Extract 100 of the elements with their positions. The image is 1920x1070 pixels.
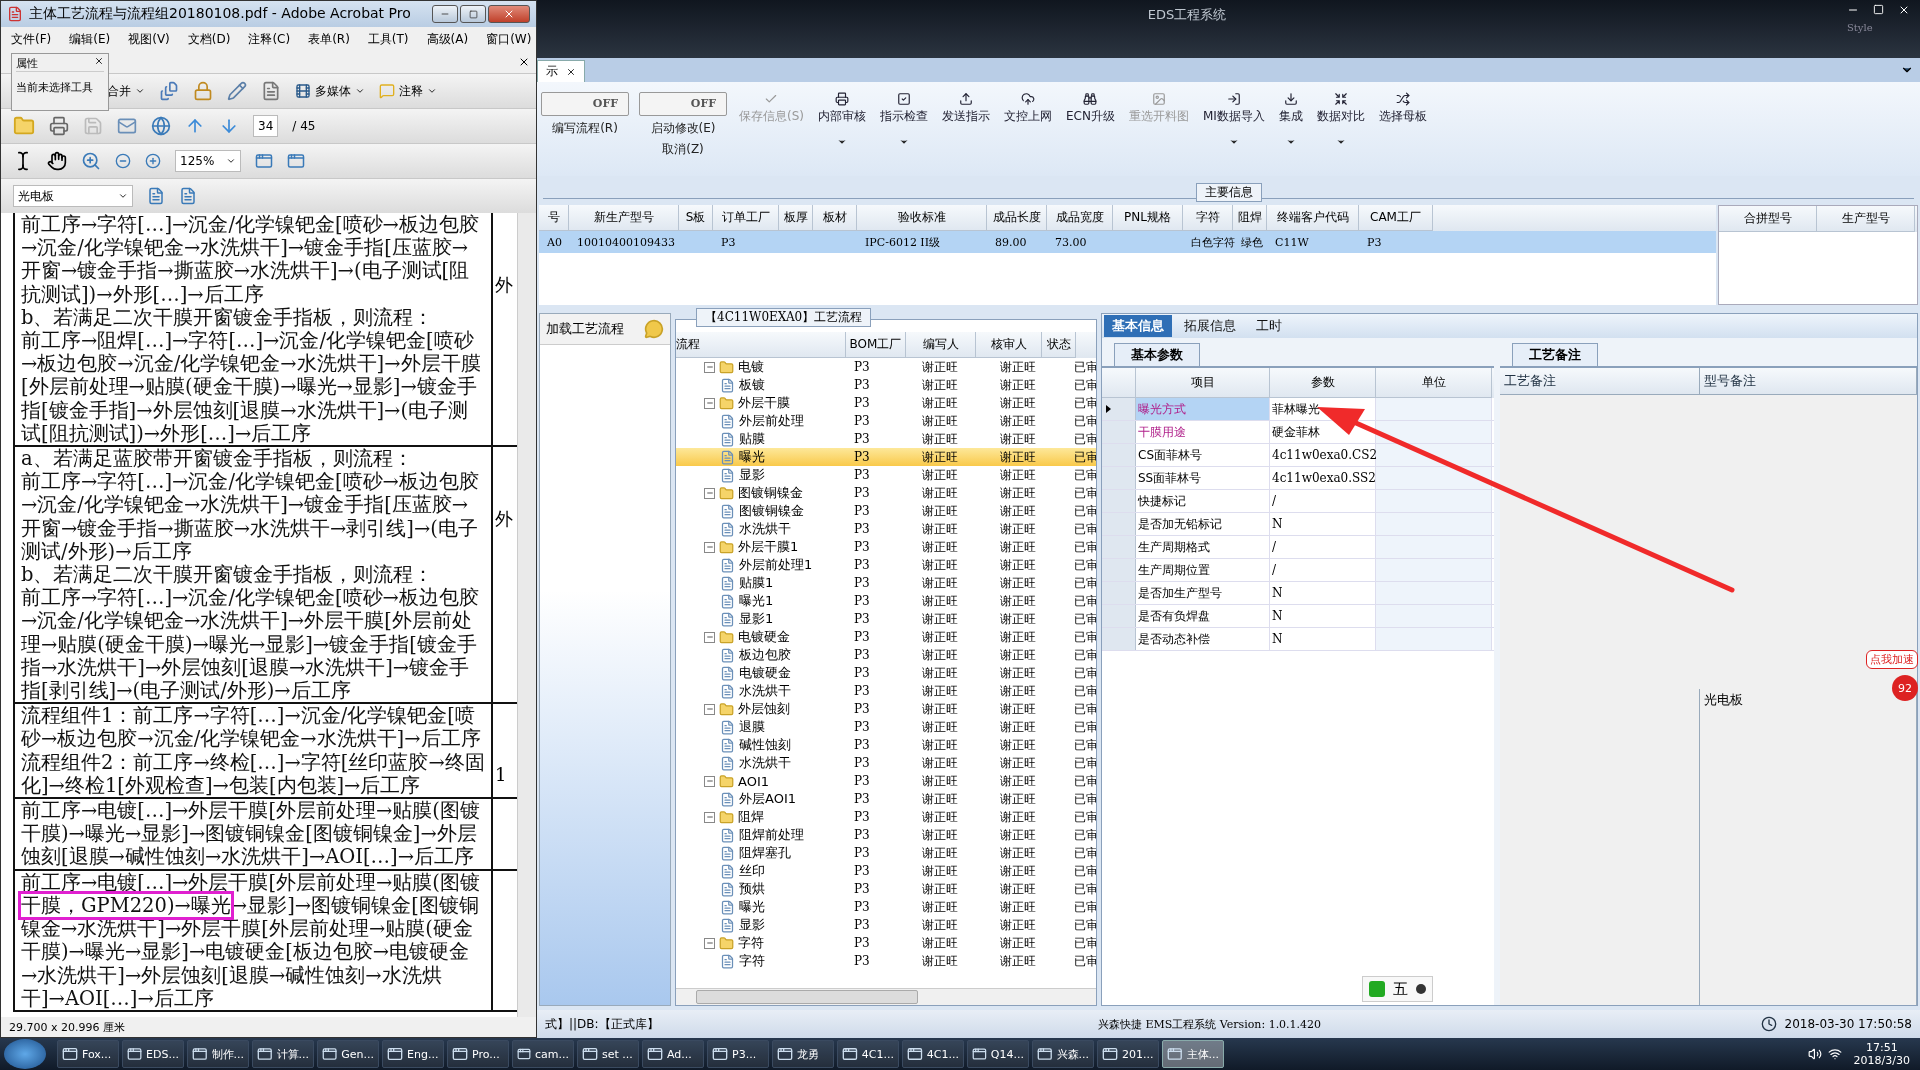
taskbar-button[interactable]: cam... [512, 1040, 574, 1068]
clock-time[interactable]: 17:51 [1865, 1041, 1898, 1054]
row-header[interactable] [1102, 398, 1136, 420]
clock-date[interactable]: 2018/3/30 [1853, 1054, 1910, 1067]
table-row[interactable]: 是否加生产型号 N [1102, 582, 1494, 605]
maximize-button[interactable] [460, 5, 486, 23]
form-icon[interactable] [261, 81, 281, 101]
globe-icon[interactable] [151, 116, 171, 136]
table-row[interactable]: CS面菲林号 4c11w0exa0.CS2 [1102, 444, 1494, 467]
toolbar-button[interactable]: 内部审核 [816, 92, 868, 125]
input-mode-label[interactable]: 五 [1393, 979, 1408, 999]
collapse-toggle[interactable] [704, 397, 715, 409]
caret-icon[interactable] [1228, 137, 1239, 147]
document-tab[interactable]: 示 [537, 60, 585, 82]
toolbar-button[interactable]: MI数据导入 [1200, 92, 1267, 125]
taskbar-button[interactable]: 制作... [187, 1040, 249, 1068]
taskbar-button[interactable]: Ad... [642, 1040, 704, 1068]
column-header[interactable]: 核审人 [976, 332, 1042, 358]
lock-icon[interactable] [193, 81, 213, 101]
caret-icon[interactable] [837, 137, 847, 147]
table-row[interactable]: 生产周期格式 / [1102, 536, 1494, 559]
scrollbar-thumb[interactable] [696, 990, 918, 1004]
network-icon[interactable] [1827, 1047, 1842, 1061]
toolbar-button[interactable]: ECN升级 [1064, 92, 1117, 125]
taskbar-button[interactable]: EDS... [122, 1040, 184, 1068]
toggle-switch[interactable]: OFF [541, 92, 629, 116]
minimize-button[interactable] [432, 5, 458, 23]
taskbar-button[interactable]: 4C1... [837, 1040, 899, 1068]
taskbar-button[interactable]: Gen... [317, 1040, 379, 1068]
taskbar-button[interactable]: 4C1... [902, 1040, 964, 1068]
toggle-switch[interactable]: OFF [639, 92, 727, 116]
multimedia-button[interactable]: 多媒体 [295, 82, 365, 100]
column-header[interactable]: 流程 [676, 332, 846, 358]
table-row[interactable]: 干膜用途 硬金菲林 [1102, 421, 1494, 444]
pen-icon[interactable] [227, 81, 247, 101]
taskbar-button[interactable]: 龙勇 [772, 1040, 834, 1068]
taskbar-button[interactable]: set ... [577, 1040, 639, 1068]
column-header[interactable]: BOM工厂 [846, 332, 906, 358]
close-icon[interactable] [518, 56, 530, 68]
collapse-toggle[interactable] [704, 487, 715, 499]
tab[interactable]: 基本信息 [1104, 315, 1172, 337]
panel-tab[interactable]: 工艺备注 [1512, 343, 1598, 366]
collapse-toggle[interactable] [704, 937, 715, 949]
panel-tab[interactable]: 基本参数 [1114, 343, 1200, 366]
menu-item[interactable]: 注释(C) [248, 30, 291, 48]
taskbar-button[interactable]: Pro... [447, 1040, 509, 1068]
collapse-toggle[interactable] [704, 811, 715, 823]
taskbar-button[interactable]: Eng... [382, 1040, 444, 1068]
menu-item[interactable]: 窗口(W) [486, 30, 532, 48]
caret-icon[interactable] [1285, 137, 1296, 147]
column-header[interactable]: 工艺备注 [1500, 368, 1700, 395]
menu-item[interactable]: 高级(A) [426, 30, 469, 48]
bookmark-field[interactable]: 光电板 [13, 185, 133, 207]
collapse-toggle[interactable] [704, 361, 715, 373]
menu-item[interactable]: 工具(T) [367, 30, 409, 48]
zoom-field[interactable]: 125% [175, 150, 242, 172]
table-row[interactable]: 是否有负焊盘 N [1102, 605, 1494, 628]
toolbar-button[interactable]: 文控上网 [1002, 92, 1054, 125]
maximize-icon[interactable] [1873, 4, 1884, 15]
table-row[interactable]: A0 10010400109433 P3 IPC-6012 II级 89.00 73.00 白色字符 绿色 C11W P3 [539, 231, 1716, 253]
caret-icon[interactable] [1335, 137, 1346, 147]
taskbar-button[interactable]: 201... [1097, 1040, 1159, 1068]
zoom-icon[interactable] [81, 151, 101, 171]
folder-icon[interactable] [13, 115, 35, 137]
page-number-field[interactable]: 34 [253, 115, 279, 137]
tab[interactable]: 拓展信息 [1176, 315, 1244, 337]
column-header[interactable]: 合拼型号 [1719, 206, 1817, 232]
scrollbar[interactable] [676, 988, 1096, 1005]
collapse-toggle[interactable] [704, 631, 715, 643]
toolbar-button[interactable]: 选择母板 [1376, 92, 1429, 125]
collapse-toggle[interactable] [704, 703, 715, 715]
speech-bubble-icon[interactable] [644, 319, 664, 339]
column-header[interactable]: 生产型号 [1817, 206, 1915, 232]
zoom-out-icon[interactable] [115, 153, 131, 169]
menu-item[interactable]: 编辑(E) [69, 30, 111, 48]
table-row[interactable]: 生产周期位置 / [1102, 559, 1494, 582]
taskbar-button[interactable]: 主体... [1162, 1040, 1224, 1068]
style-label[interactable]: Style [1847, 22, 1873, 33]
print-icon[interactable] [49, 116, 69, 136]
menu-item[interactable]: 文档(D) [187, 30, 231, 48]
column-header[interactable]: 编写人 [906, 332, 976, 358]
menu-item[interactable]: 表单(R) [308, 30, 350, 48]
start-button[interactable] [4, 1039, 46, 1069]
table-row[interactable]: 是否加无铅标记 N [1102, 513, 1494, 536]
hand-icon[interactable] [47, 151, 67, 171]
taskbar-button[interactable]: 计算... [252, 1040, 314, 1068]
taskbar-button[interactable]: P3... [707, 1040, 769, 1068]
scrollbar[interactable] [517, 213, 536, 1017]
dot-icon[interactable] [1416, 984, 1426, 994]
column-header[interactable]: 状态 [1042, 332, 1076, 358]
close-button[interactable] [488, 5, 530, 23]
menu-item[interactable]: 视图(V) [128, 30, 170, 48]
toolbar-button[interactable]: 发送指示 [940, 92, 992, 125]
table-row[interactable]: 快捷标记 / [1102, 490, 1494, 513]
taskbar-button[interactable]: 兴森... [1032, 1040, 1094, 1068]
table-row[interactable]: 是否动态补偿 N [1102, 628, 1494, 651]
mail-icon[interactable] [117, 116, 137, 136]
caret-icon[interactable] [899, 137, 909, 147]
toolbar-button[interactable]: 集成 [1276, 92, 1305, 125]
toolbar-button[interactable]: 指示检查 [878, 92, 930, 125]
